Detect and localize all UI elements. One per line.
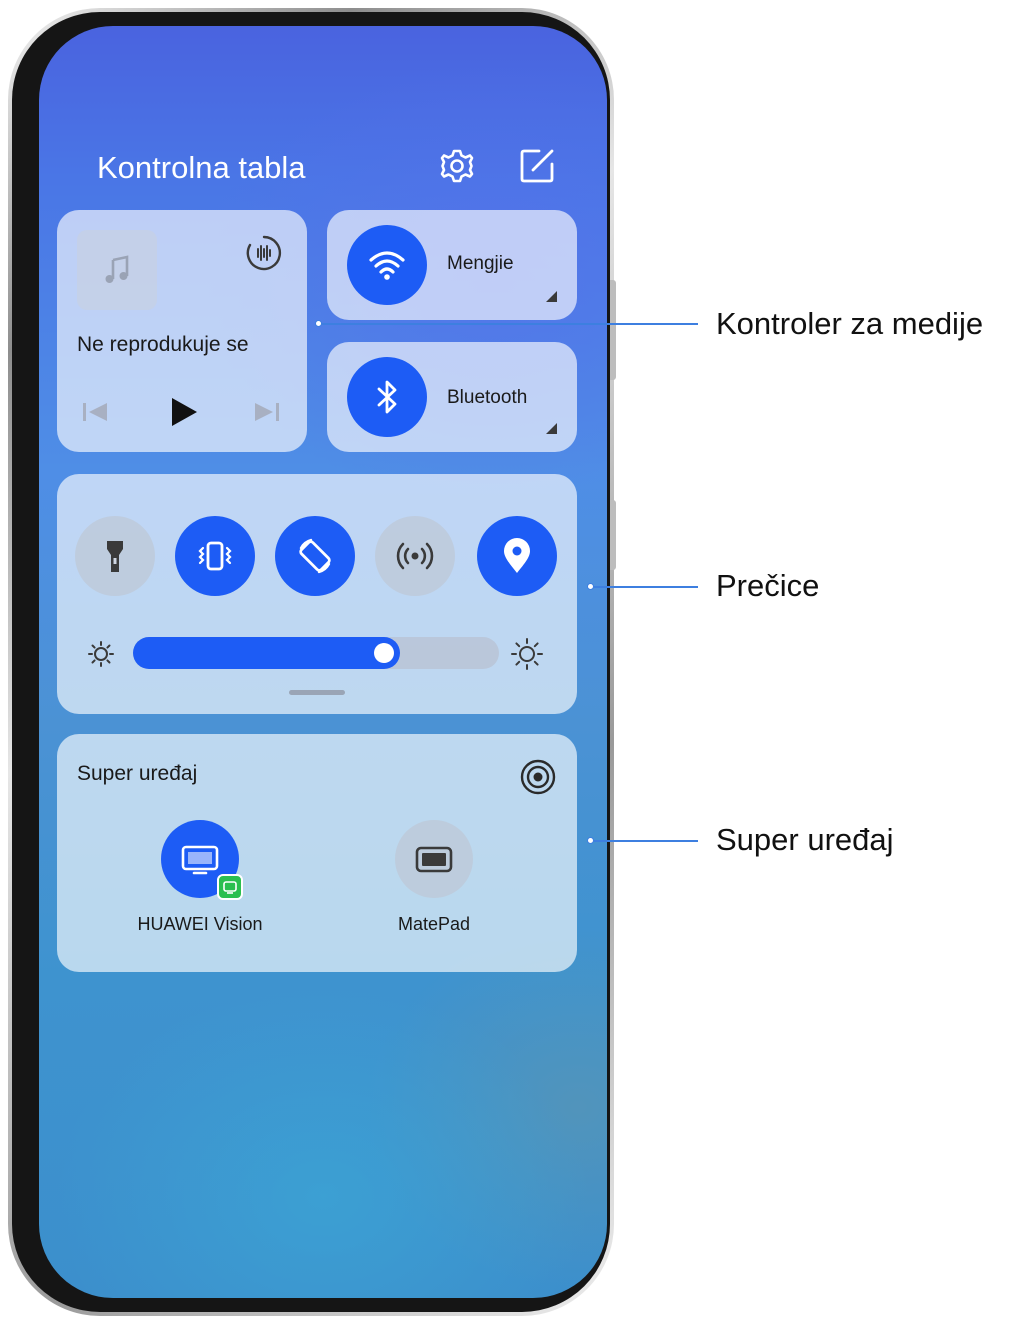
tv-icon[interactable] (161, 820, 243, 900)
gear-icon[interactable] (437, 146, 477, 186)
audio-output-icon[interactable] (245, 234, 283, 277)
super-device-card[interactable]: Super uređaj HUAWEI Vision MatePad (57, 734, 577, 972)
edit-icon[interactable] (517, 146, 557, 186)
phone-screen: Kontrolna tabla Ne reprodukuje se Mengji… (39, 26, 607, 1298)
callout-line-super-device (594, 840, 698, 842)
tablet-icon[interactable] (395, 820, 473, 898)
wifi-expand-icon[interactable] (546, 291, 557, 302)
callout-label-media: Kontroler za medije (716, 306, 984, 341)
page-title: Kontrolna tabla (97, 150, 306, 185)
volume-button (610, 280, 616, 380)
callout-label-super-device: Super uređaj (716, 822, 894, 857)
music-note-icon (77, 230, 157, 310)
shortcuts-card (57, 474, 577, 714)
media-controller-card[interactable]: Ne reprodukuje se (57, 210, 307, 452)
bluetooth-expand-icon[interactable] (546, 423, 557, 434)
callout-dot-media (315, 320, 322, 327)
wifi-toggle-card[interactable]: Mengjie (327, 210, 577, 320)
flashlight-icon[interactable] (75, 516, 155, 596)
wifi-icon[interactable] (347, 225, 427, 305)
next-icon[interactable] (253, 400, 281, 429)
bluetooth-toggle-card[interactable]: Bluetooth (327, 342, 577, 452)
vibrate-icon[interactable] (175, 516, 255, 596)
brightness-slider[interactable] (133, 637, 499, 669)
play-icon[interactable] (169, 396, 199, 433)
brightness-slider-fill (133, 637, 400, 669)
brightness-slider-knob[interactable] (374, 643, 394, 663)
auto-rotate-icon[interactable] (275, 516, 355, 596)
callout-dot-shortcuts (587, 583, 594, 590)
wifi-network-label: Mengjie (447, 253, 514, 274)
super-device-radar-icon[interactable] (519, 758, 557, 801)
bluetooth-icon[interactable] (347, 357, 427, 437)
callout-line-shortcuts (594, 586, 698, 588)
media-status-text: Ne reprodukuje se (77, 333, 249, 356)
callout-label-shortcuts: Prečice (716, 568, 820, 603)
brightness-high-icon (511, 638, 543, 675)
power-button (610, 500, 616, 570)
bluetooth-label: Bluetooth (447, 387, 528, 408)
previous-icon[interactable] (81, 400, 109, 429)
brightness-low-icon (87, 640, 115, 673)
device-label-huawei-vision: HUAWEI Vision (137, 914, 263, 934)
callout-dot-super-device (587, 837, 594, 844)
device-label-matepad: MatePad (397, 914, 471, 934)
location-icon[interactable] (477, 516, 557, 596)
hotspot-icon[interactable] (375, 516, 455, 596)
super-device-title: Super uređaj (77, 762, 198, 785)
callout-line-media (322, 323, 698, 325)
projection-badge-icon (217, 874, 243, 900)
expand-handle[interactable] (289, 690, 345, 695)
